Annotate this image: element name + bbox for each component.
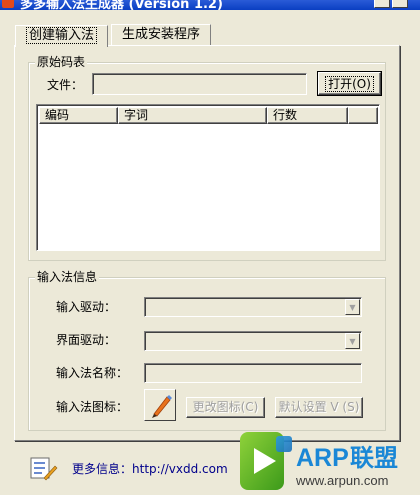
input-driver-label: 输入驱动： [56, 300, 117, 314]
ui-driver-dropdown-icon[interactable]: ▼ [345, 333, 360, 349]
column-header-filler [348, 107, 378, 124]
ime-icon-preview [144, 389, 176, 421]
column-header-code[interactable]: 编码 [39, 107, 118, 124]
code-table-list[interactable]: 编码 字词 行数 [36, 104, 380, 251]
tools-icon [28, 454, 58, 482]
svg-text:ARP: ARP [296, 444, 349, 472]
file-label: 文件： [47, 78, 84, 92]
change-icon-button-label: 更改图标(C) [192, 400, 259, 414]
more-info-label: 更多信息： [72, 462, 133, 476]
pen-icon [152, 395, 172, 418]
svg-text:www.arpun.com: www.arpun.com [295, 473, 388, 488]
ui-driver-select[interactable]: ▼ [144, 331, 362, 351]
code-table-header: 编码 字词 行数 [39, 107, 378, 124]
watermark-logo: ARP 联盟 www.arpun.com [236, 430, 420, 495]
ime-info-group-title: 输入法信息 [35, 270, 100, 284]
title-bar[interactable]: 多多输入法生成器 (Version 1.2) [0, 0, 420, 10]
tab-create-ime[interactable]: 创建输入法 [15, 25, 109, 47]
column-header-word[interactable]: 字词 [118, 107, 267, 124]
svg-text:联盟: 联盟 [350, 444, 398, 472]
close-button[interactable] [392, 0, 408, 8]
ime-name-label: 输入法名称： [56, 366, 129, 380]
tab-build-installer-label: 生成安装程序 [122, 27, 201, 42]
change-icon-button[interactable]: 更改图标(C) [186, 397, 265, 418]
column-header-line[interactable]: 行数 [267, 107, 348, 124]
minimize-button[interactable] [374, 0, 390, 8]
more-info-url[interactable]: http://vxdd.com [132, 462, 228, 476]
ui-driver-label: 界面驱动： [56, 333, 117, 347]
input-driver-dropdown-icon[interactable]: ▼ [345, 299, 360, 315]
ime-icon-label: 输入法图标： [56, 400, 129, 414]
window-title: 多多输入法生成器 (Version 1.2) [20, 0, 223, 10]
arp-logo-icon: ARP 联盟 www.arpun.com [240, 432, 398, 490]
open-button[interactable]: 打开(O) [317, 71, 382, 96]
tab-build-installer[interactable]: 生成安装程序 [111, 24, 212, 45]
app-window: 多多输入法生成器 (Version 1.2) 生成安装程序 创建输入法 原始码表… [0, 0, 420, 495]
input-driver-select[interactable]: ▼ [144, 297, 362, 317]
default-settings-button[interactable]: 默认设置 V (S) [275, 397, 363, 418]
file-path-field[interactable] [92, 73, 307, 95]
open-button-label: 打开(O) [325, 76, 374, 92]
more-info-link[interactable]: 更多信息：http://vxdd.com [72, 460, 228, 477]
app-icon [2, 0, 14, 8]
source-table-group-title: 原始码表 [35, 55, 88, 69]
ime-name-field[interactable] [144, 363, 362, 383]
tab-create-ime-label: 创建输入法 [26, 27, 98, 44]
default-settings-button-label: 默认设置 V (S) [278, 400, 360, 414]
